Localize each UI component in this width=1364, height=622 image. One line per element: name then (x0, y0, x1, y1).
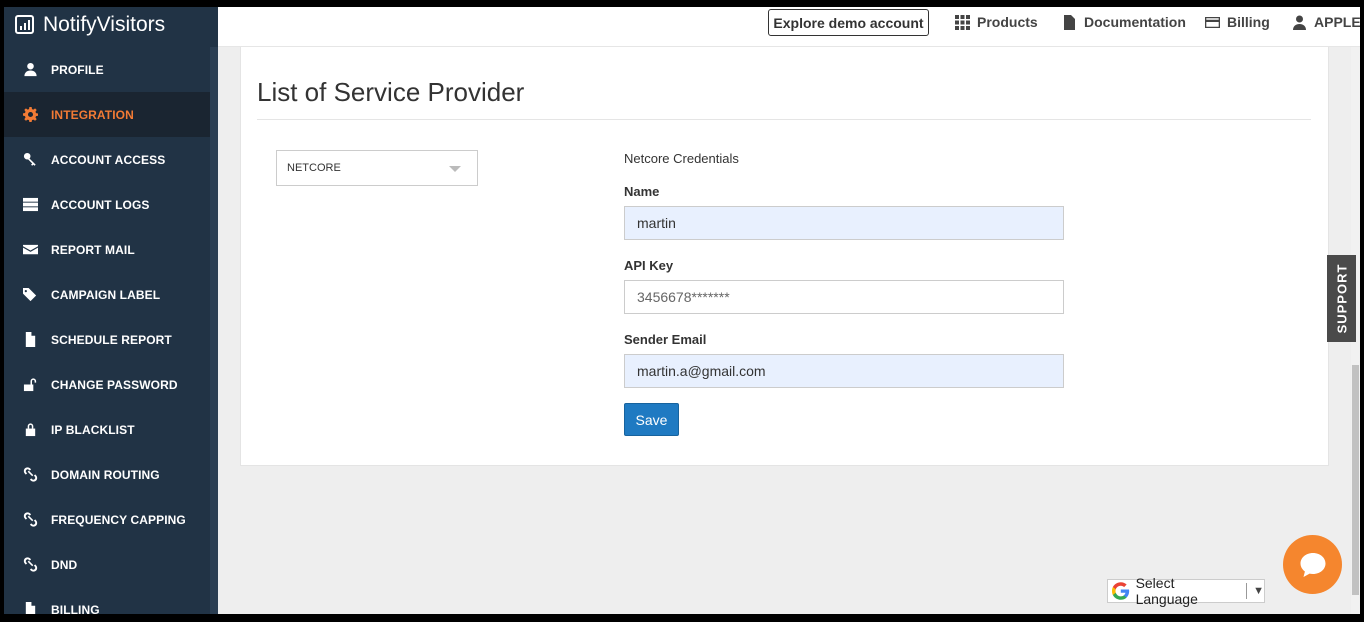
sidebar-item-label: FREQUENCY CAPPING (51, 512, 186, 527)
sidebar-item-campaign-label[interactable]: CAMPAIGN LABEL (4, 272, 210, 317)
sidebar-item-label: ACCOUNT ACCESS (51, 152, 166, 167)
sidebar-item-label: ACCOUNT LOGS (51, 197, 150, 212)
sidebar-item-account-access[interactable]: ACCOUNT ACCESS (4, 137, 210, 182)
sidebar-item-label: IP BLACKLIST (51, 422, 135, 437)
document-icon (1064, 14, 1075, 30)
language-label: Select Language (1135, 575, 1198, 607)
sidebar-item-billing[interactable]: BILLING (4, 587, 210, 614)
link-icon (20, 467, 40, 483)
sidebar-item-label: REPORT MAIL (51, 242, 135, 257)
lock-icon (20, 422, 40, 438)
credit-card-icon (1205, 16, 1220, 28)
app-window: NotifyVisitors PROFILE INTEGRATION ACCOU… (4, 7, 1360, 614)
sidebar-item-label: PROFILE (51, 62, 104, 77)
name-label: Name (624, 184, 660, 199)
sidebar-item-label: DOMAIN ROUTING (51, 467, 160, 482)
chevron-down-icon (449, 166, 461, 172)
sidebar-item-dnd[interactable]: DND (4, 542, 210, 587)
server-icon (20, 197, 40, 213)
user-name: APPLE (1314, 14, 1360, 30)
sidebar-item-account-logs[interactable]: ACCOUNT LOGS (4, 182, 210, 227)
provider-select[interactable]: NETCORE (276, 150, 478, 186)
provider-select-value: NETCORE (287, 162, 341, 174)
scrollbar-thumb[interactable] (1352, 365, 1359, 595)
grid-icon (955, 14, 970, 30)
sidebar-item-label: DND (51, 557, 78, 572)
credentials-form: Netcore Credentials Name martin API Key … (624, 151, 1064, 436)
sidebar-item-label: BILLING (51, 602, 100, 615)
gear-icon (20, 107, 40, 123)
page-title: List of Service Provider (257, 77, 525, 107)
logo-icon (15, 15, 34, 34)
sidebar-item-change-password[interactable]: CHANGE PASSWORD (4, 362, 210, 407)
sidebar-item-ip-blacklist[interactable]: IP BLACKLIST (4, 407, 210, 452)
key-icon (20, 152, 40, 168)
tags-icon (20, 287, 40, 303)
support-label: SUPPORT (1334, 263, 1349, 334)
link-icon (20, 512, 40, 528)
sidebar-item-integration[interactable]: INTEGRATION (4, 92, 210, 137)
save-button[interactable]: Save (624, 403, 679, 436)
file-icon (20, 602, 40, 614)
credentials-title: Netcore Credentials (624, 151, 739, 166)
sidebar-item-label: SCHEDULE REPORT (51, 332, 172, 347)
title-divider (257, 119, 1311, 120)
name-input[interactable]: martin (624, 206, 1064, 240)
top-bar: Explore demo account Products Documentat… (218, 7, 1360, 47)
api-key-input[interactable]: 3456678******* (624, 280, 1064, 314)
sidebar-item-report-mail[interactable]: REPORT MAIL (4, 227, 210, 272)
language-arrow-icon: ▼ (1253, 585, 1264, 597)
sidebar-scrollbar[interactable] (210, 47, 218, 614)
google-icon (1112, 582, 1130, 600)
sidebar-item-schedule-report[interactable]: SCHEDULE REPORT (4, 317, 210, 362)
link-icon (20, 557, 40, 573)
sidebar-item-frequency-capping[interactable]: FREQUENCY CAPPING (4, 497, 210, 542)
sidebar: NotifyVisitors PROFILE INTEGRATION ACCOU… (4, 7, 218, 614)
chat-bubble-icon (1300, 552, 1325, 577)
sidebar-item-domain-routing[interactable]: DOMAIN ROUTING (4, 452, 210, 497)
service-provider-card: List of Service Provider NETCORE Netcore… (240, 47, 1329, 466)
support-tab[interactable]: SUPPORT (1327, 255, 1356, 342)
envelope-icon (20, 242, 40, 258)
products-label: Products (977, 14, 1038, 30)
user-icon (20, 62, 40, 78)
documentation-link[interactable]: Documentation (1062, 14, 1186, 30)
language-selector[interactable]: Select Language ▼ (1107, 575, 1265, 607)
documentation-label: Documentation (1084, 14, 1186, 30)
user-icon (1293, 15, 1306, 30)
explore-demo-button[interactable]: Explore demo account (768, 9, 929, 36)
sidebar-item-label: CHANGE PASSWORD (51, 377, 178, 392)
sidebar-item-profile[interactable]: PROFILE (4, 47, 210, 92)
brand-logo[interactable]: NotifyVisitors (4, 7, 218, 42)
chat-button[interactable] (1283, 535, 1342, 594)
billing-link[interactable]: Billing (1205, 14, 1270, 30)
sender-email-input[interactable]: martin.a@gmail.com (624, 354, 1064, 388)
file-icon (20, 332, 40, 348)
sidebar-item-label: CAMPAIGN LABEL (51, 287, 161, 302)
api-key-label: API Key (624, 258, 674, 273)
sidebar-nav: PROFILE INTEGRATION ACCOUNT ACCESS ACCOU… (4, 47, 210, 614)
brand-name: NotifyVisitors (43, 12, 166, 36)
language-separator (1246, 583, 1248, 599)
sidebar-item-label: INTEGRATION (51, 107, 134, 122)
billing-label: Billing (1227, 14, 1270, 30)
products-link[interactable]: Products (955, 14, 1038, 30)
user-menu[interactable]: APPLE (1292, 14, 1360, 30)
unlock-icon (20, 377, 40, 393)
sender-email-label: Sender Email (624, 332, 707, 347)
